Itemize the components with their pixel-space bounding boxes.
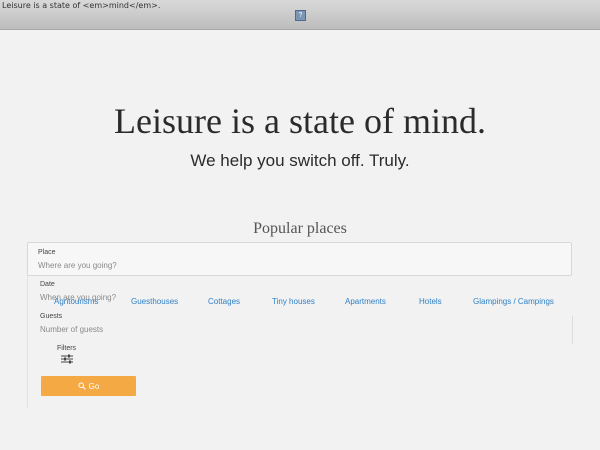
category-link-tiny-houses[interactable]: Tiny houses — [272, 297, 315, 306]
category-link-agritourisms[interactable]: Agritourisms — [54, 297, 98, 306]
search-panel: Place Date Guests Filters Go — [27, 242, 573, 408]
category-link-apartments[interactable]: Apartments — [345, 297, 386, 306]
category-link-glampings-campings[interactable]: Glampings / Campings — [473, 297, 554, 306]
sliders-icon[interactable] — [61, 354, 73, 364]
top-bar: Leisure is a state of <em>mind</em>. ? — [0, 0, 600, 30]
guests-input[interactable] — [40, 324, 340, 335]
search-icon — [78, 382, 86, 390]
broken-image-icon: ? — [295, 10, 306, 21]
place-label: Place — [38, 249, 56, 256]
hero-subtitle: We help you switch off. Truly. — [190, 151, 410, 170]
filters-label: Filters — [57, 345, 77, 352]
category-link-guesthouses[interactable]: Guesthouses — [131, 297, 178, 306]
date-label: Date — [40, 281, 55, 288]
category-link-cottages[interactable]: Cottages — [208, 297, 240, 306]
category-link-hotels[interactable]: Hotels — [419, 297, 442, 306]
go-button-label: Go — [88, 381, 100, 391]
category-links: Agritourisms Guesthouses Cottages Tiny h… — [27, 297, 572, 309]
document-title-text: Leisure is a state of <em>mind</em>. — [2, 1, 161, 10]
field-divider — [572, 316, 573, 344]
hero-title: Leisure is a state of mind. — [114, 101, 486, 141]
guests-label: Guests — [40, 313, 63, 320]
popular-places-title: Popular places — [253, 220, 347, 237]
go-button[interactable]: Go — [41, 376, 136, 396]
search-lower-rows: Date Guests Filters Go — [27, 276, 573, 408]
place-input[interactable] — [38, 260, 338, 271]
place-field[interactable]: Place — [27, 242, 572, 276]
